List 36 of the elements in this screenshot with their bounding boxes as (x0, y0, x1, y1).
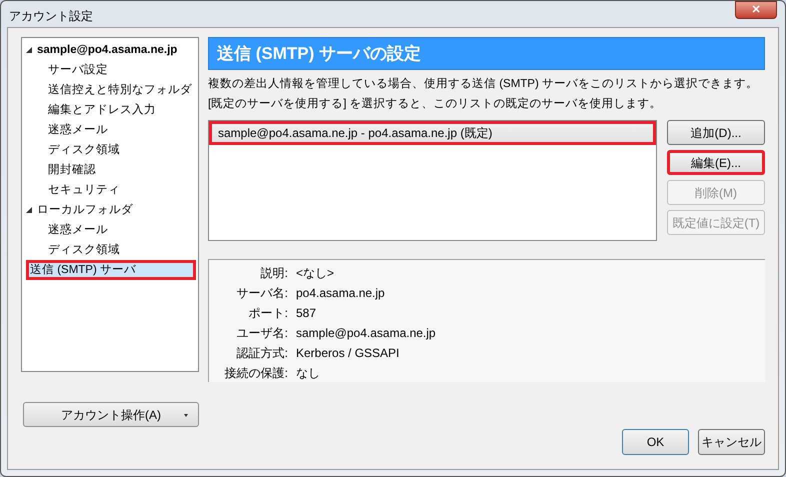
detail-label: 説明: (260, 265, 288, 282)
server-row[interactable]: sample@po4.asama.ne.jp - po4.asama.ne.jp (既定) (209, 121, 656, 145)
dialog-button[interactable]: OK (622, 429, 689, 455)
tree-item[interactable]: 送信 (SMTP) サーバ (26, 260, 196, 280)
window-title: アカウント設定 (9, 8, 93, 25)
tree-item[interactable]: セキュリティ (46, 181, 122, 199)
expander-icon[interactable] (26, 47, 32, 53)
detail-value: なし (296, 365, 320, 382)
detail-value: 587 (296, 305, 316, 322)
detail-label: ポート: (248, 305, 288, 322)
tree-item[interactable]: サーバ設定 (46, 61, 110, 79)
tree-item[interactable]: ディスク領域 (46, 241, 122, 259)
tree-item[interactable]: 編集とアドレス入力 (46, 101, 158, 119)
account-actions-button[interactable]: アカウント操作(A) (23, 402, 199, 427)
caret-icon (184, 414, 188, 417)
tree-item[interactable]: 送信控えと特別なフォルダ (46, 81, 194, 99)
tree-item[interactable]: ローカルフォルダ (35, 201, 135, 219)
tree-item[interactable]: 迷惑メール (46, 121, 110, 139)
action-button[interactable]: 編集(E)... (667, 150, 765, 175)
tree-item[interactable]: ディスク領域 (46, 141, 122, 159)
panel-header: 送信 (SMTP) サーバの設定 (208, 37, 765, 70)
detail-label: 認証方式: (236, 345, 288, 362)
action-button[interactable]: 追加(D)... (667, 120, 765, 145)
detail-label: ユーザ名: (236, 325, 288, 342)
detail-value: sample@po4.asama.ne.jp (296, 325, 436, 342)
description-text: 複数の差出人情報を管理している場合、使用する送信 (SMTP) サーバをこのリストから選択できます。[既定のサーバを使用する] を選択すると、このリストの既定のサーバを使用します。 (208, 76, 759, 112)
detail-value: po4.asama.ne.jp (296, 285, 385, 302)
expander-icon[interactable] (26, 207, 32, 213)
detail-label: 接続の保護: (224, 365, 288, 382)
detail-label: サーバ名: (236, 285, 288, 302)
dialog-button[interactable]: キャンセル (698, 429, 765, 455)
tree-item[interactable]: 開封確認 (46, 161, 98, 179)
tree-item[interactable]: sample@po4.asama.ne.jp (35, 41, 180, 59)
detail-value: Kerberos / GSSAPI (296, 345, 400, 362)
tree-item[interactable]: 迷惑メール (46, 221, 110, 239)
detail-value: <なし> (296, 265, 334, 282)
